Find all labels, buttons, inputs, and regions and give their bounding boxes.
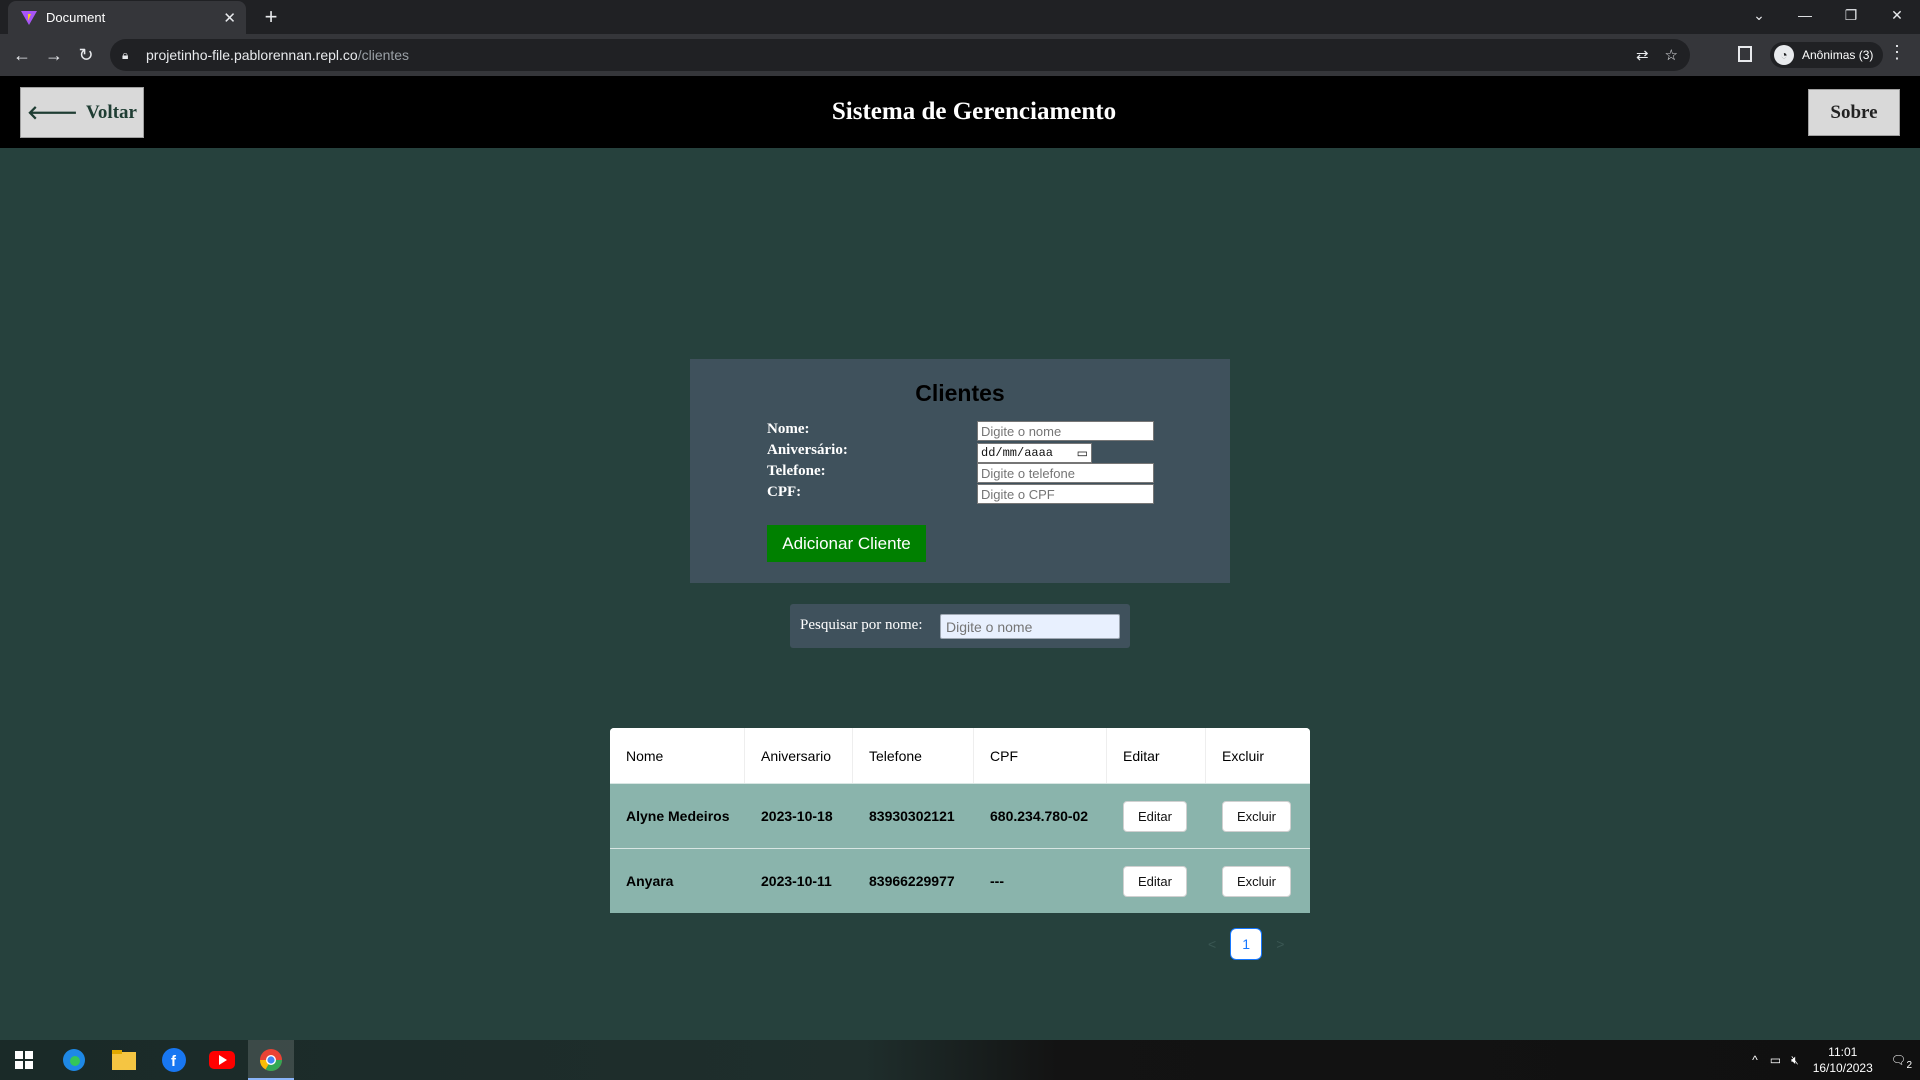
edit-button[interactable]: Editar — [1123, 800, 1187, 832]
clock-time: 11:01 — [1828, 1045, 1858, 1059]
cell-nome: Alyne Medeiros — [626, 808, 730, 824]
search-box: Pesquisar por nome: — [790, 604, 1130, 648]
system-tray: ^ ▭ 🔇︎ 11:01 16/10/2023 🗨︎ 2 — [1752, 1040, 1920, 1080]
cell-cpf: 680.234.780-02 — [990, 808, 1089, 824]
cell-cpf: --- — [990, 873, 1004, 889]
youtube-icon[interactable] — [208, 1046, 236, 1074]
delete-button[interactable]: Excluir — [1222, 800, 1292, 832]
form-title: Clientes — [915, 380, 1005, 406]
header-editar: Editar — [1107, 728, 1206, 783]
network-icon[interactable]: ▭ — [1770, 1053, 1781, 1067]
address-bar[interactable]: 🔒︎ projetinho-file.pablorennan.repl.co /… — [110, 39, 1690, 71]
cell-editar: Editar — [1107, 784, 1206, 848]
pagination: < 1 > — [1208, 928, 1284, 960]
cpf-label: CPF: — [767, 484, 802, 500]
tab-search-icon[interactable]: ⌄ — [1736, 0, 1782, 30]
browser-menu-icon[interactable]: ⋮ — [1888, 42, 1906, 63]
aniversario-label: Aniversário: — [767, 442, 848, 458]
header-cpf: CPF — [974, 728, 1107, 783]
facebook-icon[interactable]: f — [160, 1046, 188, 1074]
translate-icon[interactable]: ⇄ — [1636, 46, 1649, 64]
clock[interactable]: 11:01 16/10/2023 — [1813, 1044, 1873, 1076]
incognito-profile-button[interactable]: ◔ Anônimas (3) — [1770, 42, 1884, 68]
header-excluir: Excluir — [1222, 747, 1265, 764]
header-telefone: Telefone — [853, 728, 974, 783]
new-tab-icon[interactable]: + — [258, 4, 284, 30]
add-client-button[interactable]: Adicionar Cliente — [767, 525, 926, 562]
prev-page-icon[interactable]: < — [1208, 936, 1216, 952]
lock-icon: 🔒︎ — [122, 47, 129, 62]
tab-title: Document — [46, 10, 106, 25]
cell-telefone: 83930302121 — [869, 808, 955, 824]
restore-icon[interactable]: ❐ — [1828, 0, 1874, 30]
window-controls: ⌄ — ❐ ✕ — [1736, 0, 1920, 34]
search-label: Pesquisar por nome: — [800, 617, 923, 633]
client-form-panel: Clientes Nome: Aniversário: dd/mm/aaaa ▭… — [690, 359, 1230, 583]
header-nome: Nome — [610, 728, 745, 783]
incognito-icon: ◔ — [1774, 45, 1794, 65]
minimize-icon[interactable]: — — [1782, 0, 1828, 30]
clients-table: Nome Aniversario Telefone CPF Editar Exc… — [610, 728, 1310, 913]
app-header: 🡐 Voltar Sistema de Gerenciamento Sobre — [0, 76, 1920, 148]
chrome-icon[interactable] — [257, 1046, 285, 1074]
url-host: projetinho-file.pablorennan.repl.co — [146, 47, 358, 63]
header-aniversario: Aniversario — [745, 728, 853, 783]
table-row: Anyara 2023-10-11 83966229977 --- Editar… — [610, 848, 1310, 913]
telefone-label: Telefone: — [767, 463, 826, 479]
url-path: /clientes — [357, 47, 410, 63]
vite-favicon-icon — [21, 10, 37, 25]
cell-aniversario: 2023-10-11 — [761, 873, 832, 889]
file-explorer-icon[interactable] — [110, 1046, 138, 1074]
notification-count: 2 — [1906, 1060, 1912, 1071]
edit-button[interactable]: Editar — [1123, 865, 1187, 897]
cell-nome: Anyara — [626, 873, 674, 889]
nome-label: Nome: — [767, 421, 810, 437]
date-placeholder: dd/mm/aaaa — [981, 446, 1054, 460]
telefone-input[interactable] — [977, 463, 1154, 483]
close-window-icon[interactable]: ✕ — [1874, 0, 1920, 30]
cpf-input[interactable] — [977, 484, 1154, 504]
bookmark-star-icon[interactable]: ☆ — [1665, 46, 1678, 64]
about-button[interactable]: Sobre — [1808, 89, 1900, 136]
clock-date: 16/10/2023 — [1812, 1061, 1873, 1075]
cell-telefone: 83966229977 — [869, 873, 955, 889]
delete-button[interactable]: Excluir — [1222, 865, 1292, 897]
nome-input[interactable] — [977, 421, 1154, 441]
volume-muted-icon[interactable]: 🔇︎ — [1791, 1053, 1799, 1068]
reload-icon[interactable]: ↻ — [74, 43, 98, 67]
back-arrow-icon[interactable]: ← — [10, 43, 34, 67]
next-page-icon[interactable]: > — [1276, 936, 1284, 952]
cell-excluir: Excluir — [1206, 849, 1310, 913]
cell-aniversario: 2023-10-18 — [761, 808, 833, 824]
show-hidden-icons-icon[interactable]: ^ — [1752, 1053, 1758, 1067]
side-panel-icon[interactable] — [1738, 46, 1752, 62]
cell-excluir: Excluir — [1206, 784, 1310, 848]
notifications-icon[interactable]: 🗨︎ 2 — [1891, 1053, 1912, 1071]
browser-toolbar: ← → ↻ 🔒︎ projetinho-file.pablorennan.rep… — [0, 34, 1920, 76]
page-title: Sistema de Gerenciamento — [831, 98, 1117, 125]
profile-label: Anônimas (3) — [1802, 48, 1874, 62]
table-row: Alyne Medeiros 2023-10-18 83930302121 68… — [610, 783, 1310, 848]
calendar-icon[interactable]: ▭ — [1077, 446, 1088, 461]
windows-start-icon[interactable] — [10, 1046, 38, 1074]
windows-taskbar: f ^ ▭ 🔇︎ 11:01 16/10/2023 🗨︎ 2 — [0, 1040, 1920, 1080]
aniversario-date-input[interactable]: dd/mm/aaaa ▭ — [977, 443, 1092, 463]
search-input[interactable] — [940, 614, 1120, 639]
edge-browser-icon[interactable] — [60, 1046, 88, 1074]
forward-arrow-icon[interactable]: → — [42, 43, 66, 67]
page-1-button[interactable]: 1 — [1230, 928, 1263, 960]
omnibox-actions: ⇄ ☆ — [1636, 46, 1678, 64]
browser-tab[interactable]: Document ✕ — [8, 1, 246, 34]
tab-close-icon[interactable]: ✕ — [223, 9, 236, 27]
browser-tab-strip: Document ✕ + ⌄ — ❐ ✕ — [0, 0, 1920, 34]
cell-editar: Editar — [1107, 849, 1206, 913]
table-header-row: Nome Aniversario Telefone CPF Editar Exc… — [610, 728, 1310, 783]
